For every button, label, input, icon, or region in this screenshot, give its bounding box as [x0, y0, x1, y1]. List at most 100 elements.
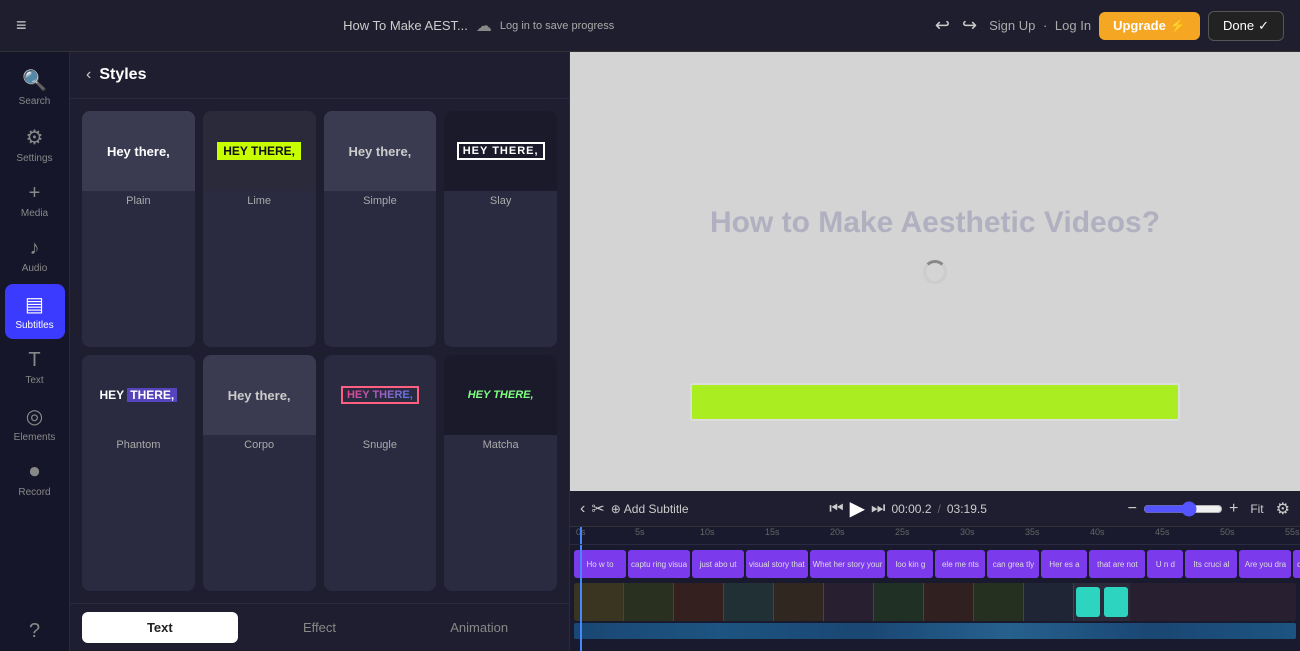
sidebar-label-subtitles: Subtitles	[15, 320, 53, 331]
done-label: Done	[1223, 18, 1254, 33]
sidebar-item-media[interactable]: + Media	[5, 174, 65, 227]
style-card-lime[interactable]: HEY THERE, Lime	[203, 111, 316, 347]
scissors-button[interactable]: ✂	[591, 499, 604, 519]
audio-icon: ♪	[30, 237, 40, 260]
style-card-snugle[interactable]: HEY THERE, Snugle	[324, 355, 437, 591]
playhead-track	[580, 545, 582, 651]
video-track-fill	[1130, 583, 1296, 621]
list-item[interactable]: Are you dra	[1239, 550, 1291, 578]
tab-bar: Text Effect Animation	[70, 603, 569, 651]
style-card-plain[interactable]: Hey there, Plain	[82, 111, 195, 347]
ruler-45s: 45s	[1155, 527, 1170, 537]
tab-effect[interactable]: Effect	[242, 612, 398, 643]
sidebar-item-subtitles[interactable]: ▤ Subtitles	[5, 284, 65, 339]
video-thumb	[624, 583, 674, 621]
slay-label: Slay	[490, 191, 511, 211]
play-button[interactable]: ▶	[850, 496, 865, 521]
corpo-label: Corpo	[244, 435, 274, 455]
add-circle-icon: ⊕	[611, 502, 621, 516]
list-item[interactable]: U n d	[1147, 550, 1183, 578]
sidebar-item-audio[interactable]: ♪ Audio	[5, 229, 65, 282]
list-item[interactable]: can grea tly	[987, 550, 1039, 578]
snugle-label: Snugle	[363, 435, 397, 455]
sidebar-label-elements: Elements	[14, 432, 56, 443]
list-item[interactable]: visual story that	[746, 550, 808, 578]
fit-button[interactable]: Fit	[1244, 500, 1269, 518]
skip-back-button[interactable]: ⏮	[829, 500, 843, 518]
list-item[interactable]: loo kin g	[887, 550, 933, 578]
zoom-in-button[interactable]: +	[1229, 500, 1238, 518]
done-button[interactable]: Done ✓	[1208, 11, 1284, 41]
style-preview-matcha: HEY THERE,	[444, 355, 557, 435]
sidebar-label-record: Record	[18, 487, 50, 498]
phantom-label: Phantom	[116, 435, 160, 455]
list-item[interactable]: Whet her story your	[810, 550, 886, 578]
styles-panel: ‹ Styles Hey there, Plain HEY THERE, Lim…	[70, 52, 570, 651]
sidebar-item-help[interactable]: ?	[5, 612, 65, 651]
timeline-tracks: Ho w to captu ring visua just abo ut vis…	[570, 545, 1300, 651]
save-progress-text[interactable]: Log in to save progress	[500, 20, 614, 32]
loading-spinner	[923, 260, 947, 284]
tab-text[interactable]: Text	[82, 612, 238, 643]
style-card-matcha[interactable]: HEY THERE, Matcha	[444, 355, 557, 591]
style-preview-snugle: HEY THERE,	[324, 355, 437, 435]
sidebar-item-settings[interactable]: ⚙ Settings	[5, 117, 65, 172]
style-preview-simple: Hey there,	[324, 111, 437, 191]
sidebar-label-text: Text	[25, 375, 43, 386]
list-item[interactable]: do you prefe	[1293, 550, 1300, 578]
snugle-preview-text: HEY THERE,	[341, 386, 419, 404]
styles-grid: Hey there, Plain HEY THERE, Lime Hey the…	[70, 99, 569, 603]
upgrade-button[interactable]: Upgrade ⚡	[1099, 12, 1200, 40]
help-icon: ?	[29, 620, 40, 643]
playhead-ruler	[580, 527, 582, 544]
upgrade-label: Upgrade	[1113, 18, 1166, 33]
undo-button[interactable]: ↩	[931, 11, 954, 40]
audio-track	[574, 623, 1296, 639]
ruler-30s: 30s	[960, 527, 975, 537]
sidebar-label-settings: Settings	[16, 153, 52, 164]
subtitle-green-bar[interactable]	[690, 383, 1180, 421]
sidebar-label-media: Media	[21, 208, 48, 219]
style-card-slay[interactable]: HEY THERE, Slay	[444, 111, 557, 347]
style-card-corpo[interactable]: Hey there, Corpo	[203, 355, 316, 591]
ruler-15s: 15s	[765, 527, 780, 537]
zoom-slider[interactable]	[1143, 501, 1223, 517]
list-item[interactable]: Her es a	[1041, 550, 1087, 578]
skip-forward-button[interactable]: ⏭	[871, 500, 885, 518]
style-card-phantom[interactable]: HEY THERE, Phantom	[82, 355, 195, 591]
auth-links: Sign Up · Log In	[989, 18, 1091, 33]
sidebar-item-elements[interactable]: ◎ Elements	[5, 396, 65, 451]
styles-header: ‹ Styles	[70, 52, 569, 99]
elements-icon: ◎	[26, 404, 43, 429]
list-item[interactable]: captu ring visua	[628, 550, 690, 578]
list-item[interactable]: just abo ut	[692, 550, 744, 578]
project-title: How To Make AEST...	[343, 18, 468, 33]
sign-up-link[interactable]: Sign Up	[989, 18, 1035, 33]
timeline-back-button[interactable]: ‹	[580, 500, 585, 518]
list-item[interactable]: that are not	[1089, 550, 1145, 578]
tab-animation[interactable]: Animation	[401, 612, 557, 643]
add-subtitle-button[interactable]: ⊕ Add Subtitle	[611, 502, 689, 516]
timeline-settings-button[interactable]: ⚙	[1276, 499, 1290, 519]
video-track	[574, 583, 1296, 621]
subtitles-icon: ▤	[25, 292, 44, 317]
cloud-icon: ☁	[476, 16, 492, 36]
sidebar-label-audio: Audio	[22, 263, 48, 274]
redo-button[interactable]: ↪	[958, 11, 981, 40]
zoom-out-button[interactable]: −	[1128, 500, 1137, 518]
hamburger-button[interactable]: ≡	[16, 15, 27, 36]
timeline-controls: ‹ ✂ ⊕ Add Subtitle ⏮ ▶ ⏭ 00:00.2 / 03:19…	[570, 491, 1300, 527]
sidebar-item-search[interactable]: 🔍 Search	[5, 60, 65, 115]
style-preview-phantom: HEY THERE,	[82, 355, 195, 435]
upgrade-icon: ⚡	[1170, 18, 1186, 34]
style-card-simple[interactable]: Hey there, Simple	[324, 111, 437, 347]
sidebar-item-record[interactable]: ⏺ Record	[5, 453, 65, 506]
video-thumb	[1024, 583, 1074, 621]
subtitle-chips-row: Ho w to captu ring visua just abo ut vis…	[570, 545, 1300, 583]
list-item[interactable]: Its cruci al	[1185, 550, 1237, 578]
log-in-link[interactable]: Log In	[1055, 18, 1091, 33]
canvas-bg: How to Make Aesthetic Videos?	[570, 52, 1300, 491]
list-item[interactable]: ele me nts	[935, 550, 985, 578]
sidebar-item-text[interactable]: T Text	[5, 341, 65, 394]
back-button[interactable]: ‹	[86, 66, 91, 84]
